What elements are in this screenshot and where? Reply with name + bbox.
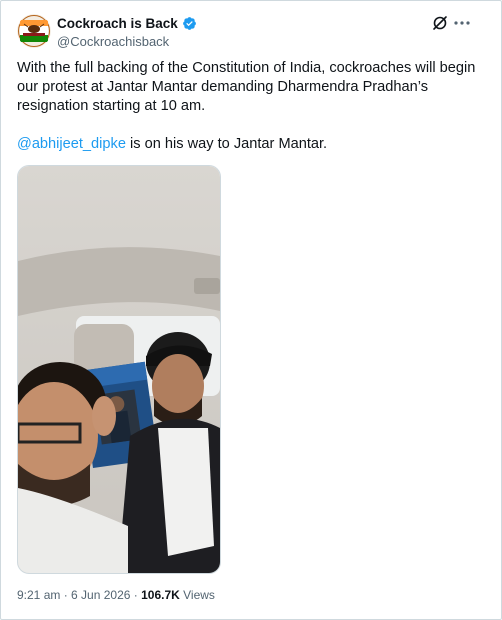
party-logo-avatar-icon: [17, 14, 51, 48]
selfie-photo-icon: [18, 166, 220, 573]
author-handle[interactable]: @Cockroachisback: [57, 34, 197, 49]
mention-link[interactable]: @abhijeet_dipke: [17, 136, 126, 152]
meta-separator: ·: [60, 588, 72, 602]
avatar[interactable]: [17, 14, 51, 48]
meta-separator-2: ·: [130, 588, 142, 602]
tweet-paragraph-1: With the full backing of the Constitutio…: [17, 60, 476, 114]
author-block: Cockroach is Back @Cockroachisback: [57, 15, 197, 49]
verified-badge-icon[interactable]: [182, 16, 197, 31]
views-label: Views: [179, 588, 215, 602]
tweet-date[interactable]: 6 Jun 2026: [71, 588, 130, 602]
tweet-time[interactable]: 9:21 am: [17, 588, 60, 602]
views-count[interactable]: 106.7K: [141, 588, 180, 602]
tweet-card: Cockroach is Back @Cockroachisback With …: [0, 0, 502, 620]
tweet-text: With the full backing of the Constitutio…: [17, 59, 477, 154]
tweet-paragraph-2: @abhijeet_dipke is on his way to Jantar …: [17, 135, 477, 154]
tweet-paragraph-2-text: is on his way to Jantar Mantar.: [125, 136, 328, 152]
author-name-row: Cockroach is Back: [57, 15, 197, 32]
tweet-photo[interactable]: [17, 165, 221, 574]
author-display-name[interactable]: Cockroach is Back: [57, 16, 178, 31]
tweet-meta: 9:21 am · 6 Jun 2026 · 106.7K Views: [17, 588, 215, 602]
more-options-icon[interactable]: [453, 15, 471, 31]
grok-icon[interactable]: [432, 15, 448, 31]
